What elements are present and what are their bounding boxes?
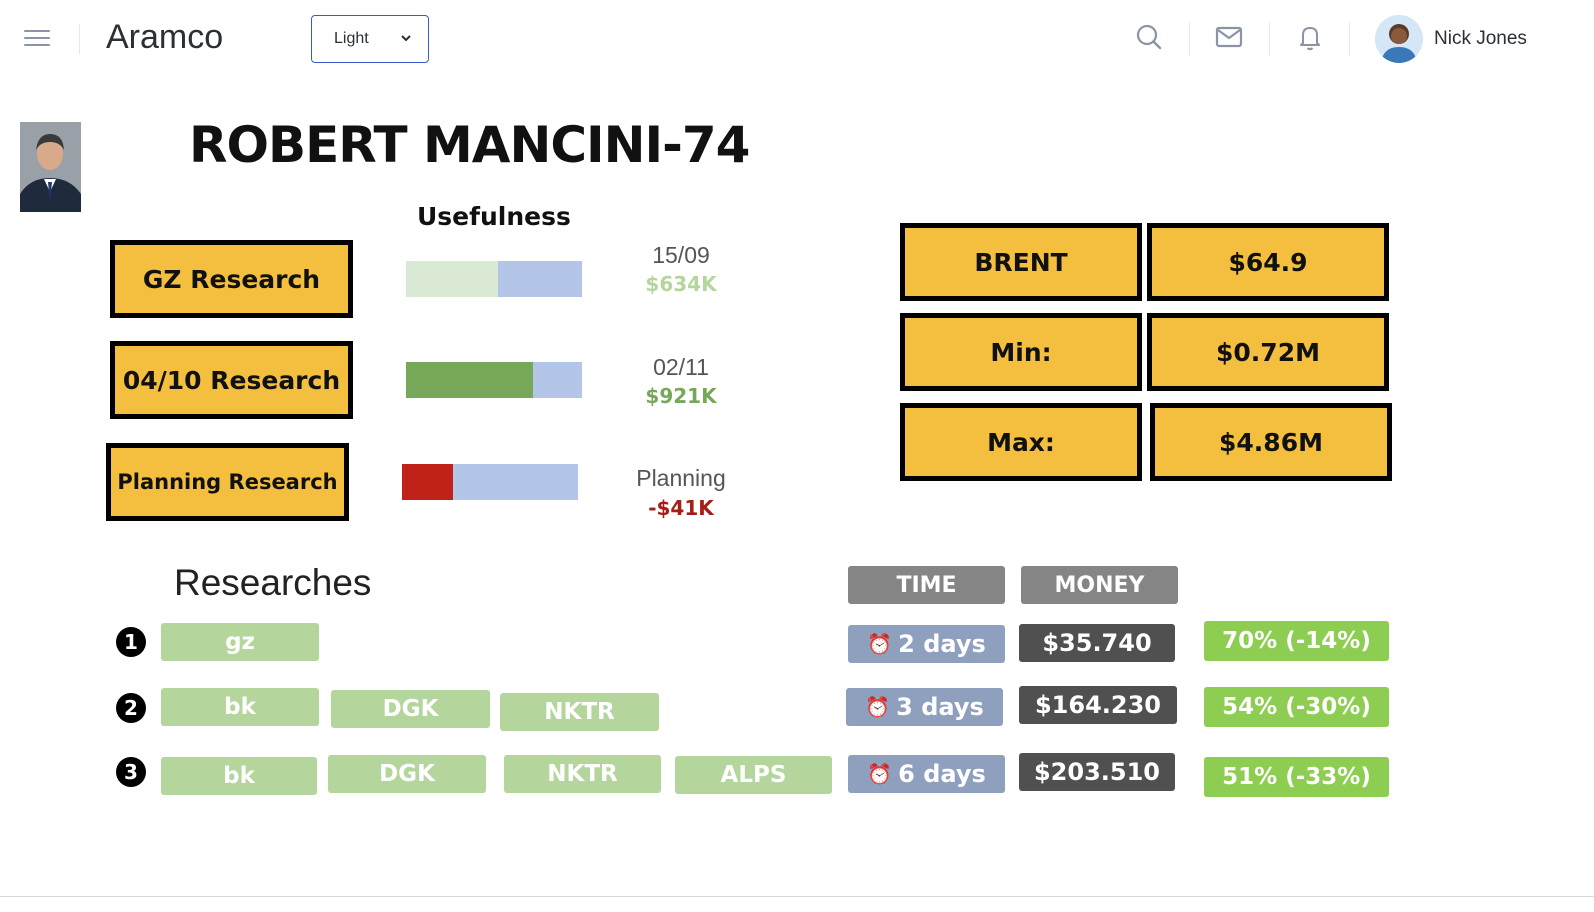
research-tag[interactable]: bk [161, 757, 317, 795]
research-amount: -$41K [648, 496, 714, 520]
research-date: 02/11 [653, 354, 709, 380]
min-value-box: $0.72M [1147, 313, 1389, 391]
research-tag[interactable]: bk [161, 688, 319, 726]
research-date: Planning [636, 465, 726, 491]
divider [79, 24, 80, 54]
brent-label-box: BRENT [900, 223, 1142, 301]
usefulness-bar-fill [406, 261, 498, 297]
search-icon[interactable] [1134, 22, 1164, 52]
max-value: $4.86M [1219, 427, 1323, 457]
divider [1349, 22, 1350, 56]
min-value: $0.72M [1216, 337, 1320, 367]
time-value: 2 days [898, 630, 986, 658]
time-column-header: TIME [848, 566, 1005, 604]
researches-title: Researches [174, 562, 372, 603]
divider [0, 896, 1594, 897]
usefulness-bar-rest [532, 362, 582, 398]
min-label: Min: [990, 337, 1052, 367]
alarm-clock-icon: ⏰ [867, 762, 893, 786]
usefulness-bar [406, 261, 582, 297]
time-cell: ⏰ 6 days [848, 755, 1005, 793]
research-amount: $634K [645, 272, 717, 296]
min-label-box: Min: [900, 313, 1142, 391]
profile-photo [20, 122, 81, 212]
time-value: 6 days [898, 760, 986, 788]
research-tag[interactable]: gz [161, 623, 319, 661]
divider [1189, 22, 1190, 56]
usefulness-title: Usefulness [417, 202, 571, 231]
research-tag[interactable]: NKTR [504, 755, 661, 793]
percent-cell: 70% (-14%) [1204, 621, 1389, 661]
research-tag[interactable]: DGK [331, 690, 490, 728]
money-cell: $35.740 [1019, 624, 1175, 662]
research-tag[interactable]: DGK [328, 755, 486, 793]
brent-value: $64.9 [1228, 247, 1308, 277]
bell-icon[interactable] [1295, 22, 1325, 52]
research-amount: $921K [645, 384, 717, 408]
avatar-image [1375, 15, 1423, 63]
gz-research-button[interactable]: GZ Research [110, 240, 353, 318]
brent-value-box: $64.9 [1147, 223, 1389, 301]
profile-name: ROBERT MANCINI-74 [189, 116, 750, 174]
row-number: 1 [116, 627, 146, 657]
gz-research-label: GZ Research [142, 264, 321, 294]
planning-research-button[interactable]: Planning Research [106, 443, 349, 521]
row-number: 3 [116, 757, 146, 787]
research-date: 15/09 [652, 242, 710, 268]
max-label: Max: [987, 427, 1055, 457]
alarm-clock-icon: ⏰ [865, 695, 891, 719]
max-value-box: $4.86M [1150, 403, 1392, 481]
research-tag[interactable]: ALPS [675, 756, 832, 794]
app-title: Aramco [106, 18, 224, 56]
usefulness-bar [402, 464, 578, 500]
usefulness-bar [406, 362, 582, 398]
max-label-box: Max: [900, 403, 1142, 481]
usefulness-bar-fill [402, 464, 454, 500]
avatar[interactable] [1375, 15, 1423, 63]
time-value: 3 days [896, 693, 984, 721]
october-research-button[interactable]: 04/10 Research [110, 341, 353, 419]
october-research-label: 04/10 Research [122, 365, 341, 395]
divider [1269, 22, 1270, 56]
usefulness-bar-fill [406, 362, 533, 398]
usefulness-bar-rest [453, 464, 578, 500]
time-cell: ⏰ 3 days [846, 688, 1003, 726]
percent-cell: 51% (-33%) [1204, 757, 1389, 797]
theme-select-value: Light [334, 30, 369, 47]
time-cell: ⏰ 2 days [848, 625, 1005, 663]
theme-select[interactable]: Light [311, 15, 429, 63]
alarm-clock-icon: ⏰ [867, 632, 893, 656]
percent-cell: 54% (-30%) [1204, 687, 1389, 727]
usefulness-bar-rest [497, 261, 582, 297]
money-cell: $164.230 [1019, 686, 1177, 724]
planning-research-label: Planning Research [117, 470, 338, 494]
chevron-down-icon [401, 35, 411, 42]
mail-icon[interactable] [1214, 22, 1244, 52]
row-number: 2 [116, 693, 146, 723]
research-tag[interactable]: NKTR [500, 693, 659, 731]
menu-icon[interactable] [24, 30, 50, 48]
money-cell: $203.510 [1019, 753, 1175, 791]
user-name: Nick Jones [1434, 28, 1527, 49]
brent-label: BRENT [974, 247, 1068, 277]
money-column-header: MONEY [1021, 566, 1178, 604]
